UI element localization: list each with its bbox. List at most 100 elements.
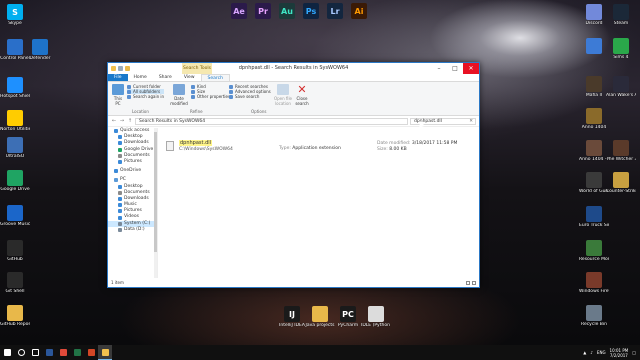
computer-icon: [112, 84, 124, 95]
desktop-shortcut[interactable]: Java projects: [305, 306, 335, 328]
desktop-shortcut[interactable]: Discord: [579, 4, 609, 26]
nav-item[interactable]: Data (D:): [108, 227, 157, 233]
desktop-shortcut[interactable]: Euro Truck Simulator 2: [579, 206, 609, 228]
desktop-shortcut[interactable]: Google Drive: [0, 170, 30, 192]
desktop-shortcut[interactable]: Steam: [606, 4, 636, 26]
desktop-shortcut[interactable]: Anno 1404: [579, 108, 609, 130]
downloads-icon: [118, 141, 122, 146]
desktop-shortcut[interactable]: Hotspot Shield: [0, 77, 30, 99]
discord-icon: [586, 4, 602, 20]
network-icon[interactable]: ▲: [583, 350, 586, 355]
language-indicator[interactable]: ENG: [597, 350, 606, 355]
nav-scrollbar[interactable]: [154, 128, 157, 278]
search-ribbon: This PC Current folder All subfolders Se…: [108, 82, 479, 116]
desktop-shortcut-label: GitHub: [7, 257, 23, 262]
tab-share[interactable]: Share: [153, 74, 178, 81]
desktop-shortcut[interactable]: S Skype: [0, 4, 30, 26]
size-value: 8.00 KB: [389, 147, 407, 152]
other-properties-dropdown[interactable]: Other properties: [191, 94, 230, 99]
pictures-icon: [118, 160, 122, 165]
desktop-shortcut[interactable]: GitHub Repos: [0, 305, 30, 327]
desktop-shortcut[interactable]: The Witcher 3: Wild Hunt: [606, 140, 636, 162]
desktop-shortcut[interactable]: World of Gun: Gun...: [579, 172, 609, 194]
desktop-shortcut-label: Hotspot Shield: [0, 94, 30, 99]
documents-icon: [118, 153, 122, 158]
desktop-shortcut[interactable]: Alan Wake's American...: [606, 76, 636, 98]
save-search-button[interactable]: Save search: [229, 94, 271, 99]
forward-arrow-icon[interactable]: →: [119, 118, 125, 124]
close-button[interactable]: ✕: [463, 63, 479, 74]
minimize-button[interactable]: –: [431, 63, 447, 74]
search-again-in-button[interactable]: Search again in: [127, 94, 164, 99]
google-drive-icon: [118, 147, 122, 152]
tab-file[interactable]: File: [108, 74, 128, 81]
date-modified-button[interactable]: Date modified: [169, 84, 189, 106]
taskbar-button[interactable]: [14, 345, 28, 360]
back-arrow-icon[interactable]: ←: [111, 118, 117, 124]
refine-group-label: Refine: [190, 109, 203, 114]
properties-icon: [191, 94, 195, 99]
desktop-shortcut-label: The Witcher 3: Wild Hunt: [606, 157, 636, 162]
tab-view[interactable]: View: [178, 74, 201, 81]
action-center-icon[interactable]: □: [632, 350, 636, 355]
desktop-shortcut[interactable]: Counter-Strike Global Offe...: [606, 172, 636, 194]
this-pc-button[interactable]: This PC: [111, 84, 125, 106]
file-explorer-window[interactable]: dpnhpast.dll - Search Results in SysWOW6…: [107, 62, 480, 288]
ultraiso-icon: [7, 137, 23, 153]
folder-icon: [127, 84, 131, 89]
desktop-shortcut[interactable]: IJ IntelliJ IDEA: [277, 306, 307, 328]
desktop-shortcut[interactable]: Ai: [344, 3, 374, 19]
desktop-shortcut[interactable]: Groove Music: [0, 205, 30, 227]
groove-music-icon: [7, 205, 23, 221]
desktop-shortcut-label: Counter-Strike Global Offe...: [606, 189, 636, 194]
close-search-button[interactable]: ✕ Close search: [294, 84, 310, 106]
desktop-shortcut[interactable]: IDLE (Python 3.6 32-bit): [361, 306, 391, 328]
desktop-shortcut[interactable]: UltraISO: [0, 137, 30, 159]
taskbar-button[interactable]: [56, 345, 70, 360]
excel-icon: [73, 349, 81, 356]
up-arrow-icon[interactable]: ↑: [127, 118, 133, 124]
desktop-shortcut-label: Git Shell: [5, 289, 25, 294]
open-file-location-button[interactable]: Open file location: [273, 84, 293, 106]
desktop-shortcut-label: Java projects: [305, 323, 335, 328]
world-of-guns-icon: [586, 172, 602, 188]
size-icon: [191, 89, 195, 94]
desktop-shortcut[interactable]: Norton Utilities 16: [0, 110, 30, 132]
details-view-icon[interactable]: [466, 281, 470, 285]
desktop-shortcut[interactable]: GitHub: [0, 240, 30, 262]
maximize-button[interactable]: □: [447, 63, 463, 74]
desktop-shortcut[interactable]: [579, 38, 609, 54]
taskbar-button[interactable]: [98, 345, 112, 360]
google-drive-icon: [7, 170, 23, 186]
resource-monitor-icon: [586, 240, 602, 256]
taskbar-button[interactable]: [42, 345, 56, 360]
tab-home[interactable]: Home: [128, 74, 153, 81]
desktop-shortcut[interactable]: Resource Monitor: [579, 240, 609, 262]
scrollbar-thumb[interactable]: [154, 132, 157, 252]
taskbar-button[interactable]: [0, 345, 14, 360]
options-group-label: Options: [251, 109, 267, 114]
pictures-icon: [118, 209, 122, 214]
clear-search-icon[interactable]: ✕: [469, 119, 473, 125]
desktop-shortcut[interactable]: Windows Firewall wi...: [579, 272, 609, 294]
taskbar-button[interactable]: [28, 345, 42, 360]
desktop-shortcut[interactable]: Mafia II: [579, 76, 609, 98]
desktop-shortcut[interactable]: Sims 4: [606, 38, 636, 60]
desktop-shortcut[interactable]: Git Shell: [0, 272, 30, 294]
search-result-item[interactable]: dpnhpast.dll C:\Windows\SysWOW64 Type: A…: [166, 139, 478, 159]
desktop-shortcut[interactable]: Defender: [25, 39, 55, 61]
desktop-shortcut[interactable]: Anno 1404 - Venice: [579, 140, 609, 162]
taskbar-button[interactable]: [84, 345, 98, 360]
address-bar[interactable]: Search Results in SysWOW64: [135, 117, 408, 125]
desktop-shortcut[interactable]: Recycle Bin: [579, 305, 609, 327]
desktop-shortcut[interactable]: PC PyCharm: [333, 306, 363, 328]
desktop-shortcut-label: Windows Firewall wi...: [579, 289, 609, 294]
item-count: 1 item: [111, 280, 124, 285]
tab-search[interactable]: Search: [200, 74, 230, 81]
large-icons-view-icon[interactable]: [472, 281, 476, 285]
taskbar-button[interactable]: [70, 345, 84, 360]
title-bar[interactable]: dpnhpast.dll - Search Results in SysWOW6…: [108, 63, 479, 74]
clock[interactable]: 10:01 PM 7/2/2017: [610, 348, 629, 358]
volume-icon[interactable]: ♪: [590, 350, 593, 355]
desktop-shortcut-label: Euro Truck Simulator 2: [579, 223, 609, 228]
